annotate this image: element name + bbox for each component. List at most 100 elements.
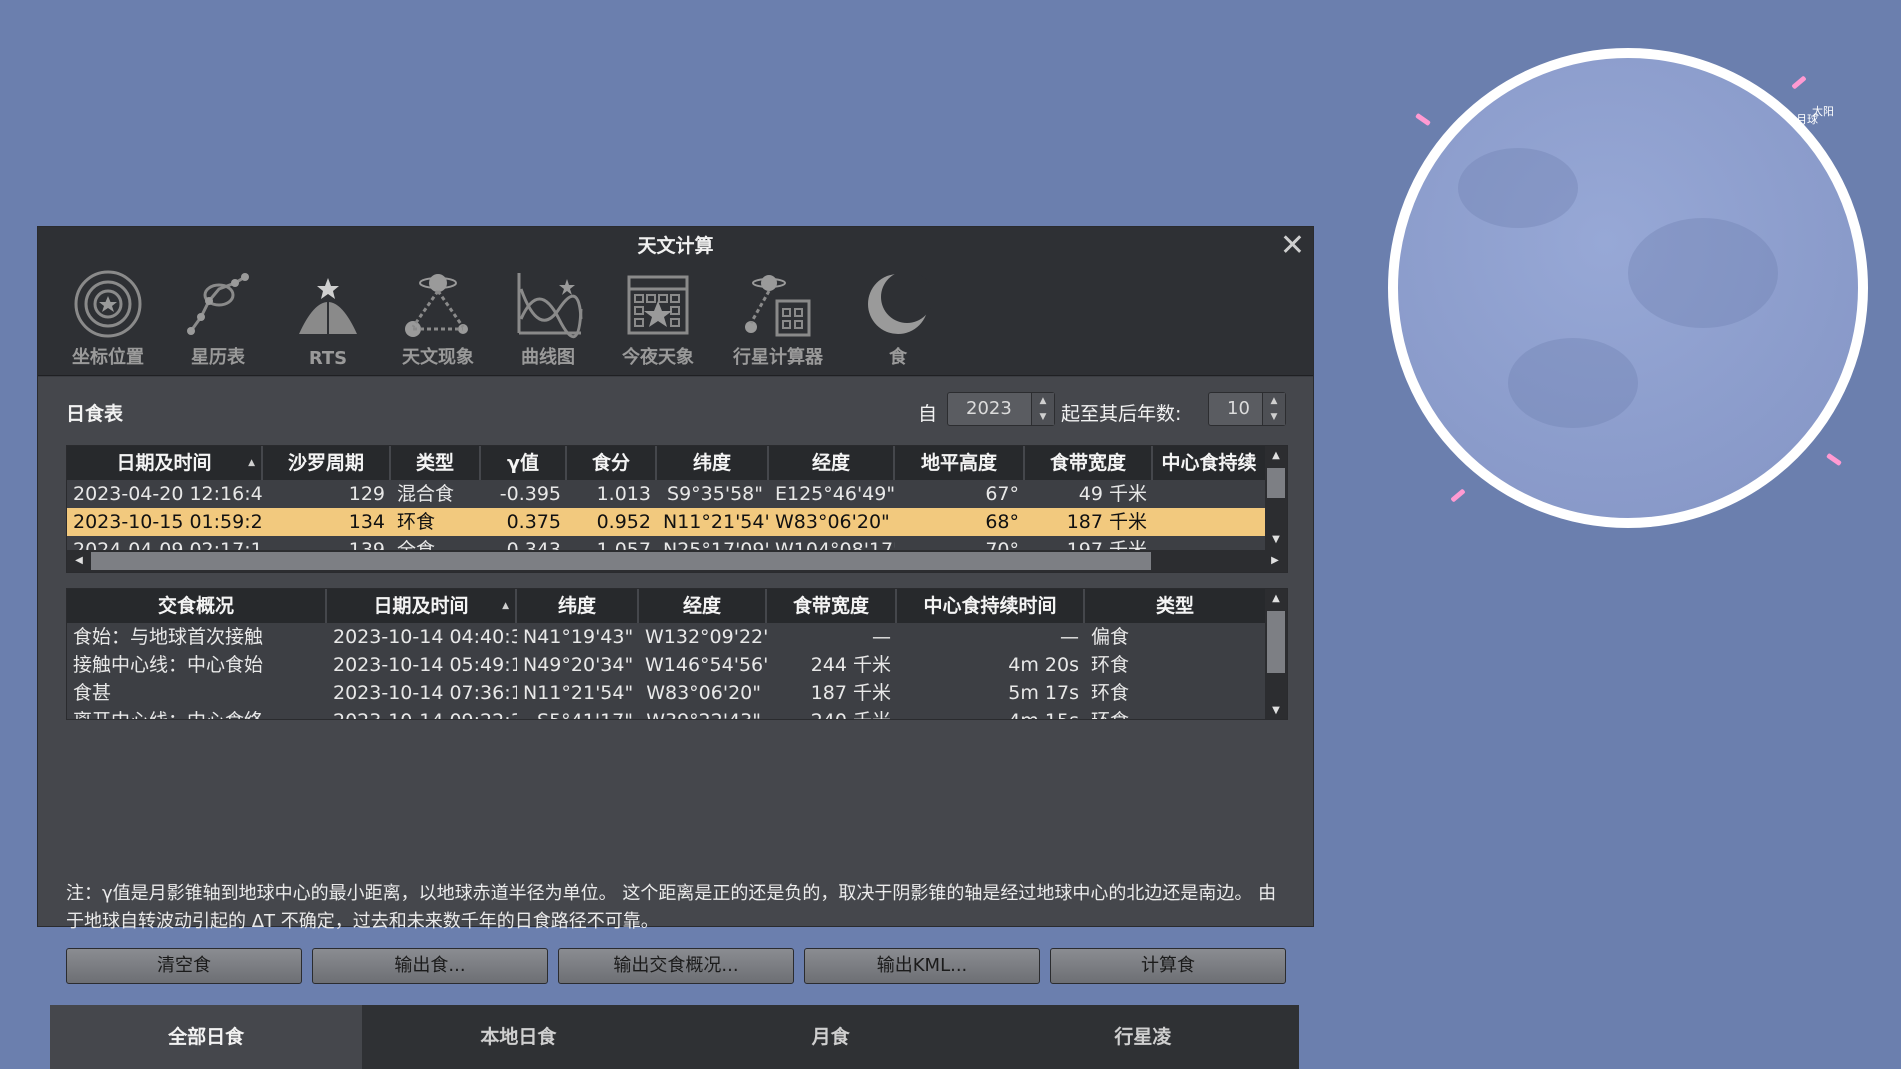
cell-datetime: 2023-10-14 09:22:34 <box>327 707 517 719</box>
cell-duration: — <box>1060 626 1079 648</box>
column-header[interactable]: 食带宽度 <box>767 589 897 623</box>
column-header[interactable]: 类型 <box>391 446 481 480</box>
scroll-thumb[interactable] <box>1267 468 1285 498</box>
marker-tick <box>1450 488 1466 503</box>
spin-down-icon[interactable]: ▼ <box>1032 409 1054 425</box>
scroll-thumb[interactable] <box>91 552 1151 570</box>
cell-altitude: 70° <box>985 539 1019 550</box>
eclipse-table-header: 日期及时间 ▲ 沙罗周期 类型 γ值 食分 纬度 经度 地平高度 食带宽度 中心食… <box>67 446 1287 480</box>
table-row[interactable]: 离开中心线：中心食终 2023-10-14 09:22:34 S5°41'17"… <box>67 707 1287 719</box>
scroll-up-icon[interactable]: ▲ <box>1265 589 1287 609</box>
column-header[interactable]: γ值 <box>481 446 567 480</box>
column-header[interactable]: 日期及时间 ▲ <box>327 589 517 623</box>
cell-magnitude: 1.013 <box>596 483 651 505</box>
export-kml-button[interactable]: 输出KML... <box>804 948 1040 984</box>
cell-latitude: N25°17'09" <box>663 539 769 550</box>
cell-path-width: 187 千米 <box>1066 511 1147 533</box>
tool-tonight[interactable]: 今夜天象 <box>610 265 706 375</box>
vertical-scrollbar[interactable]: ▲ ▼ <box>1265 589 1287 719</box>
moon-mare <box>1628 218 1778 328</box>
tool-planet-calculator[interactable]: 行星计算器 <box>720 265 836 375</box>
column-header[interactable]: 地平高度 <box>895 446 1025 480</box>
tool-coordinates[interactable]: 坐标位置 <box>60 265 156 375</box>
close-icon[interactable]: ✕ <box>1280 229 1305 263</box>
tool-eclipse[interactable]: 食 <box>850 265 946 375</box>
marker-tick <box>1826 452 1842 467</box>
tab-lunar-eclipses[interactable]: 月食 <box>674 1005 987 1069</box>
tab-transits[interactable]: 行星凌 <box>986 1005 1299 1069</box>
export-contacts-button[interactable]: 输出交食概况... <box>558 948 794 984</box>
clear-button[interactable]: 清空食 <box>66 948 302 984</box>
cell-duration <box>1153 508 1267 536</box>
spin-arrows[interactable]: ▲ ▼ <box>1031 393 1054 425</box>
calculate-button[interactable]: 计算食 <box>1050 948 1286 984</box>
spin-down-icon[interactable]: ▼ <box>1263 409 1285 425</box>
moon-mare <box>1458 148 1578 228</box>
tab-all-solar-eclipses[interactable]: 全部日食 <box>50 1005 363 1069</box>
column-header[interactable]: 食带宽度 <box>1025 446 1153 480</box>
table-row[interactable]: 食甚 2023-10-14 07:36:15 N11°21'54" W83°06… <box>67 679 1287 707</box>
tool-phenomena[interactable]: 天文现象 <box>390 265 486 375</box>
scroll-left-icon[interactable]: ◀ <box>69 550 89 572</box>
marker-tick <box>1791 75 1807 90</box>
scroll-down-icon[interactable]: ▼ <box>1265 701 1287 719</box>
column-header[interactable]: 中心食持续 <box>1153 446 1267 480</box>
cell-event: 离开中心线：中心食终 <box>67 707 327 719</box>
vertical-scrollbar[interactable]: ▲ ▼ <box>1265 446 1287 550</box>
cell-duration <box>1153 480 1267 508</box>
tool-rts[interactable]: RTS <box>280 265 376 375</box>
cell-longitude: W104°08'17" <box>775 539 895 550</box>
column-header[interactable]: 中心食持续时间 <box>897 589 1085 623</box>
cell-magnitude: 1.057 <box>596 539 651 550</box>
spin-arrows[interactable]: ▲ ▼ <box>1262 393 1285 425</box>
sort-asc-icon: ▲ <box>502 601 509 611</box>
panel-title: 日食表 <box>66 403 124 425</box>
tool-graph[interactable]: 曲线图 <box>500 265 596 375</box>
scroll-thumb[interactable] <box>1267 611 1285 673</box>
scroll-up-icon[interactable]: ▲ <box>1265 446 1287 466</box>
tool-ephemeris[interactable]: 星历表 <box>170 265 266 375</box>
cell-saros: 139 <box>348 539 385 550</box>
cell-saros: 129 <box>348 483 385 505</box>
column-header[interactable]: 交食概况 <box>67 589 327 623</box>
astro-calc-window: 天文计算 ✕ 坐标位置 星历表 RTS 天文现象 曲线图 今夜天象 行星计算器 … <box>37 226 1314 1069</box>
cell-gamma: 0.343 <box>506 539 561 550</box>
from-year-spinbox[interactable]: 2023 ▲ ▼ <box>947 392 1055 426</box>
from-year-value: 2023 <box>966 398 1012 419</box>
table-row[interactable]: 接触中心线：中心食始 2023-10-14 05:49:10 N49°20'34… <box>67 651 1287 679</box>
gamma-note: 注：γ值是月影锥轴到地球中心的最小距离，以地球赤道半径为单位。 这个距离是正的还… <box>66 883 1277 932</box>
from-label: 自 <box>918 403 938 425</box>
spin-up-icon[interactable]: ▲ <box>1032 393 1054 409</box>
column-header[interactable]: 类型 <box>1085 589 1267 623</box>
table-row[interactable]: 食始：与地球首次接触 2023-10-14 04:40:33 N41°19'43… <box>67 623 1287 651</box>
cell-datetime: 2024-04-09 02:17:18 <box>73 539 263 550</box>
planet-calculator-icon <box>745 275 811 337</box>
column-header[interactable]: 食分 <box>567 446 657 480</box>
cell-datetime: 2023-10-15 01:59:29 <box>73 511 263 533</box>
ephemeris-icon <box>187 273 249 335</box>
years-spinbox[interactable]: 10 ▲ ▼ <box>1208 392 1286 426</box>
column-header[interactable]: 沙罗周期 <box>263 446 391 480</box>
tab-local-solar-eclipses[interactable]: 本地日食 <box>362 1005 675 1069</box>
table-row-selected[interactable]: 2023-10-15 01:59:29 134 环食 0.375 0.952 N… <box>67 508 1287 536</box>
contacts-table: 交食概况 日期及时间 ▲ 纬度 经度 食带宽度 中心食持续时间 类型 食始：与地球… <box>66 588 1288 720</box>
column-header[interactable]: 纬度 <box>657 446 769 480</box>
scroll-down-icon[interactable]: ▼ <box>1265 530 1287 550</box>
cell-latitude: N41°19'43" <box>523 626 634 648</box>
cell-latitude: N49°20'34" <box>523 654 634 676</box>
export-button[interactable]: 输出食... <box>312 948 548 984</box>
spin-up-icon[interactable]: ▲ <box>1263 393 1285 409</box>
window-titlebar[interactable]: 天文计算 ✕ <box>38 227 1313 265</box>
scroll-right-icon[interactable]: ▶ <box>1265 550 1285 572</box>
column-header[interactable]: 经度 <box>769 446 895 480</box>
table-row[interactable]: 2023-04-20 12:16:45 129 混合食 -0.395 1.013… <box>67 480 1287 508</box>
table-row[interactable]: 2024-04-09 02:17:18 139 全食 0.343 1.057 N… <box>67 536 1287 550</box>
column-header[interactable]: 日期及时间 ▲ <box>67 446 263 480</box>
cell-type: 环食 <box>1085 707 1267 719</box>
column-header[interactable]: 纬度 <box>517 589 639 623</box>
column-header[interactable]: 经度 <box>639 589 767 623</box>
horizontal-scrollbar[interactable]: ◀ ▶ <box>67 550 1287 572</box>
moon-label: 月球 <box>1796 113 1818 126</box>
cell-longitude: W83°06'20" <box>775 511 890 533</box>
cell-saros: 134 <box>348 511 385 533</box>
